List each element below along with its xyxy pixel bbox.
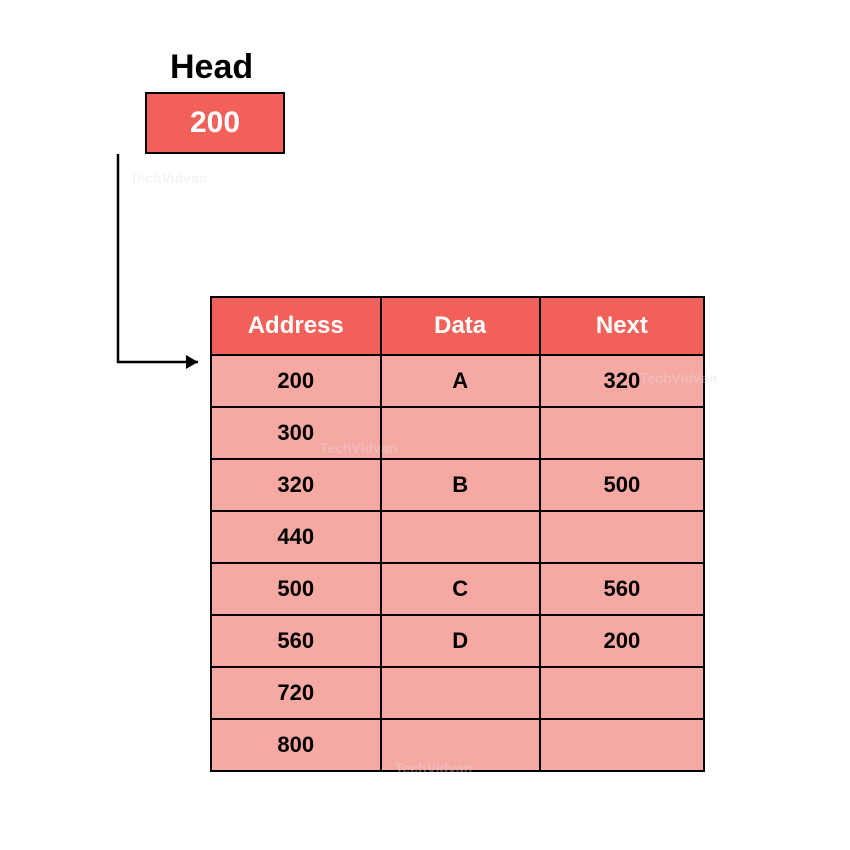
table-row: 440	[211, 511, 704, 563]
memory-table: Address Data Next 200 A 320 300 320 B 50…	[210, 296, 705, 772]
cell-address: 500	[211, 563, 381, 615]
cell-data	[381, 511, 540, 563]
pointer-arrow	[98, 152, 228, 372]
cell-data: D	[381, 615, 540, 667]
cell-address: 800	[211, 719, 381, 771]
head-pointer-box: 200	[145, 92, 285, 154]
cell-address: 320	[211, 459, 381, 511]
cell-data	[381, 667, 540, 719]
cell-next	[540, 407, 704, 459]
cell-next: 320	[540, 355, 704, 407]
cell-address: 200	[211, 355, 381, 407]
cell-data	[381, 407, 540, 459]
cell-address: 560	[211, 615, 381, 667]
header-next: Next	[540, 297, 704, 355]
cell-address: 720	[211, 667, 381, 719]
cell-next: 200	[540, 615, 704, 667]
cell-next: 560	[540, 563, 704, 615]
cell-data: C	[381, 563, 540, 615]
table-row: 300	[211, 407, 704, 459]
header-data: Data	[381, 297, 540, 355]
cell-next	[540, 511, 704, 563]
cell-data: A	[381, 355, 540, 407]
table-row: 800	[211, 719, 704, 771]
cell-next	[540, 719, 704, 771]
cell-address: 300	[211, 407, 381, 459]
cell-next	[540, 667, 704, 719]
table-row: 320 B 500	[211, 459, 704, 511]
header-address: Address	[211, 297, 381, 355]
cell-data	[381, 719, 540, 771]
table-row: 200 A 320	[211, 355, 704, 407]
table-header-row: Address Data Next	[211, 297, 704, 355]
head-title: Head	[170, 48, 253, 87]
head-pointer-value: 200	[190, 106, 240, 140]
cell-data: B	[381, 459, 540, 511]
cell-next: 500	[540, 459, 704, 511]
table-row: 560 D 200	[211, 615, 704, 667]
table-row: 720	[211, 667, 704, 719]
table-row: 500 C 560	[211, 563, 704, 615]
cell-address: 440	[211, 511, 381, 563]
